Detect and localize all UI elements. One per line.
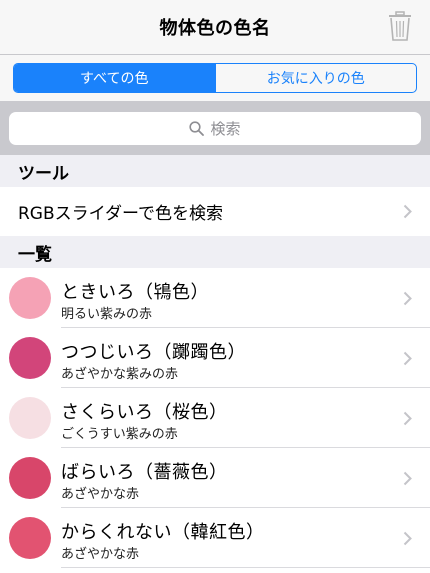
color-list: ときいろ（鴇色） 明るい紫みの赤つつじいろ（躑躅色） あざやかな紫みの赤さくらいろ（…	[0, 268, 430, 568]
color-name: つつじいろ（躑躅色）	[61, 342, 246, 363]
chevron-right-icon	[403, 471, 412, 486]
list-item[interactable]: ときいろ（鴇色） 明るい紫みの赤	[0, 268, 430, 328]
section-header-list: 一覧	[0, 236, 430, 268]
color-swatch	[9, 397, 51, 439]
search-bar: 検索	[0, 101, 430, 155]
color-name: からくれない（韓紅色）	[61, 522, 265, 543]
row-separator	[61, 567, 430, 568]
color-description: 明るい紫みの赤	[61, 307, 153, 322]
color-swatch	[9, 277, 51, 319]
color-name: さくらいろ（桜色）	[61, 402, 228, 423]
rgb-slider-search-cell[interactable]: RGBスライダーで色を検索	[0, 187, 430, 236]
color-swatch	[9, 517, 51, 559]
chevron-right-icon	[403, 531, 412, 546]
list-item[interactable]: ばらいろ（薔薇色） あざやかな赤	[0, 448, 430, 508]
color-description: あざやかな紫みの赤	[61, 367, 179, 382]
list-item[interactable]: からくれない（韓紅色） あざやかな赤	[0, 508, 430, 568]
segment-favorite-colors[interactable]: お気に入りの色	[214, 64, 417, 92]
rgb-slider-search-label: RGBスライダーで色を検索	[18, 204, 223, 224]
chevron-right-icon	[403, 351, 412, 366]
color-description: あざやかな赤	[61, 547, 140, 562]
list-item[interactable]: さくらいろ（桜色） ごくうすい紫みの赤	[0, 388, 430, 448]
color-description: あざやかな赤	[61, 487, 140, 502]
trash-icon[interactable]	[388, 11, 412, 41]
navigation-bar: 物体色の色名	[0, 0, 430, 55]
search-icon	[189, 121, 205, 136]
search-input[interactable]: 検索	[9, 112, 421, 145]
chevron-right-icon	[403, 291, 412, 306]
search-placeholder: 検索	[210, 120, 241, 138]
color-name: ばらいろ（薔薇色）	[61, 462, 228, 483]
chevron-right-icon	[403, 204, 412, 219]
color-swatch	[9, 457, 51, 499]
color-description: ごくうすい紫みの赤	[61, 427, 178, 442]
list-item[interactable]: つつじいろ（躑躅色） あざやかな紫みの赤	[0, 328, 430, 388]
page-title: 物体色の色名	[159, 18, 271, 39]
section-header-tools: ツール	[0, 155, 430, 187]
segment-all-colors[interactable]: すべての色	[14, 64, 215, 92]
segmented-control: すべての色 お気に入りの色	[13, 63, 417, 93]
color-name: ときいろ（鴇色）	[61, 282, 209, 303]
chevron-right-icon	[403, 411, 412, 426]
segment-bar: すべての色 お気に入りの色	[0, 55, 430, 101]
color-swatch	[9, 337, 51, 379]
